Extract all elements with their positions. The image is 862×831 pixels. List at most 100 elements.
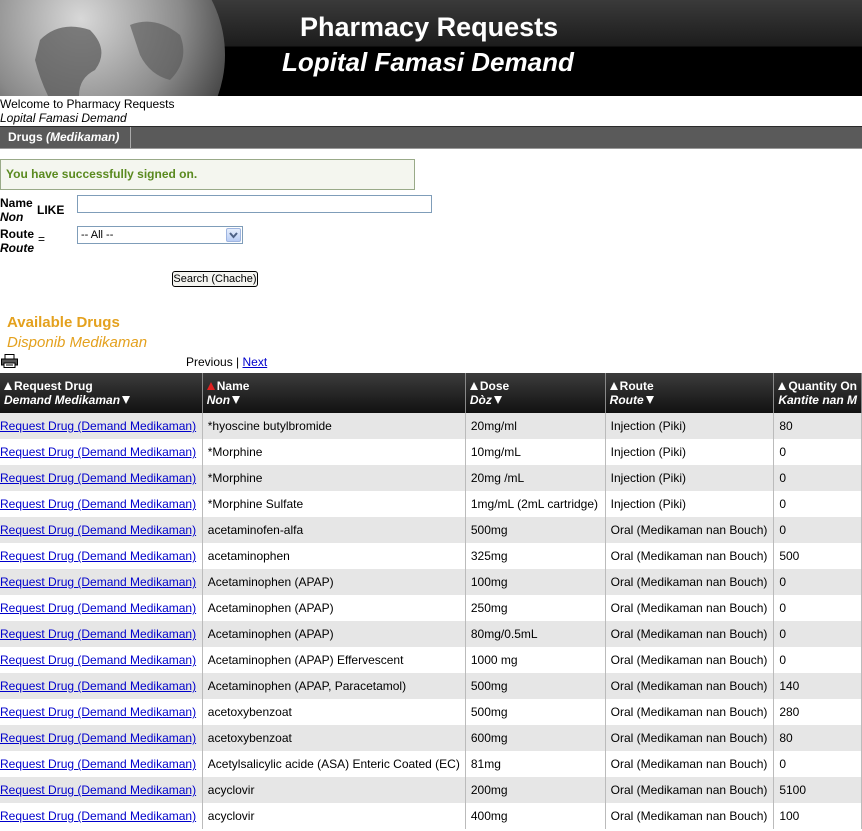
welcome-line-alt: Lopital Famasi Demand <box>0 111 127 125</box>
table-row: Request Drug (Demand Medikaman) acetamino… <box>0 543 862 569</box>
drug-name-cell: Acetylsalicylic acide (ASA) Enteric Coat… <box>202 751 466 777</box>
request-drug-link[interactable]: Request Drug (Demand Medikaman) <box>0 705 196 719</box>
table-row: Request Drug (Demand Medikaman) Acetylsal… <box>0 751 862 777</box>
sort-descending-icon[interactable] <box>493 396 502 404</box>
request-cell: Request Drug (Demand Medikaman) <box>0 777 203 803</box>
table-row: Request Drug (Demand Medikaman) acetoxybe… <box>0 699 862 725</box>
col-header-dose[interactable]: Dose Dòz <box>465 373 606 413</box>
drug-dose-cell: 400mg <box>465 803 606 829</box>
request-drug-link[interactable]: Request Drug (Demand Medikaman) <box>0 549 196 563</box>
sort-ascending-icon[interactable] <box>469 382 478 390</box>
drug-name-cell: acetaminophen <box>202 543 466 569</box>
request-drug-link[interactable]: Request Drug (Demand Medikaman) <box>0 627 196 641</box>
drug-quantity-cell: 500 <box>773 543 862 569</box>
drug-route-cell: Oral (Medikaman nan Bouch) <box>605 699 775 725</box>
request-drug-link[interactable]: Request Drug (Demand Medikaman) <box>0 497 196 511</box>
request-cell: Request Drug (Demand Medikaman) <box>0 673 203 699</box>
drug-dose-cell: 80mg/0.5mL <box>465 621 606 647</box>
welcome-text: Welcome to Pharmacy Requests Lopital Fam… <box>0 97 175 125</box>
request-cell: Request Drug (Demand Medikaman) <box>0 803 203 829</box>
chevron-down-icon[interactable] <box>226 228 241 242</box>
col-header-name[interactable]: Name Non <box>202 373 466 413</box>
drug-quantity-cell: 0 <box>773 647 862 673</box>
drug-name-cell: *Morphine <box>202 439 466 465</box>
drug-route-cell: Injection (Piki) <box>605 465 775 491</box>
nav-tabbar: Drugs (Medikaman) <box>0 126 862 149</box>
request-drug-link[interactable]: Request Drug (Demand Medikaman) <box>0 757 196 771</box>
table-body: Request Drug (Demand Medikaman) *hyoscine… <box>0 413 862 829</box>
request-drug-link[interactable]: Request Drug (Demand Medikaman) <box>0 809 196 823</box>
col-label-alt: Kantite nan M <box>778 393 857 407</box>
request-drug-link[interactable]: Request Drug (Demand Medikaman) <box>0 471 196 485</box>
table-row: Request Drug (Demand Medikaman) acyclovir… <box>0 777 862 803</box>
pagination: Previous | Next <box>186 355 267 369</box>
request-cell: Request Drug (Demand Medikaman) <box>0 621 203 647</box>
name-label-alt: Non <box>0 210 24 224</box>
request-drug-link[interactable]: Request Drug (Demand Medikaman) <box>0 731 196 745</box>
request-cell: Request Drug (Demand Medikaman) <box>0 543 203 569</box>
drug-route-cell: Oral (Medikaman nan Bouch) <box>605 803 775 829</box>
drug-name-cell: Acetaminophen (APAP) <box>202 569 466 595</box>
col-label: Request Drug <box>14 379 93 393</box>
route-select[interactable]: -- All -- <box>77 226 243 244</box>
col-label: Name <box>216 379 250 393</box>
welcome-line: Welcome to Pharmacy Requests <box>0 97 175 111</box>
drug-dose-cell: 250mg <box>465 595 606 621</box>
drug-route-cell: Injection (Piki) <box>605 413 775 439</box>
table-row: Request Drug (Demand Medikaman) *hyoscine… <box>0 413 862 439</box>
sort-descending-icon[interactable] <box>122 396 131 404</box>
tab-drugs-label-alt: (Medikaman) <box>46 130 120 144</box>
col-label-alt: Non <box>206 393 231 407</box>
tab-drugs[interactable]: Drugs (Medikaman) <box>0 127 131 148</box>
drug-dose-cell: 10mg/mL <box>465 439 606 465</box>
drug-name-cell: Acetaminophen (APAP) Effervescent <box>202 647 466 673</box>
next-link[interactable]: Next <box>243 355 268 369</box>
table-row: Request Drug (Demand Medikaman) acetamino… <box>0 517 862 543</box>
request-drug-link[interactable]: Request Drug (Demand Medikaman) <box>0 653 196 667</box>
search-button[interactable]: Search (Chache) <box>172 271 258 287</box>
sort-ascending-icon[interactable] <box>4 382 12 390</box>
drug-quantity-cell: 80 <box>773 725 862 751</box>
col-header-request[interactable]: Request Drug Demand Medikaman <box>0 373 203 413</box>
sort-ascending-icon[interactable] <box>609 382 618 390</box>
request-drug-link[interactable]: Request Drug (Demand Medikaman) <box>0 575 196 589</box>
request-drug-link[interactable]: Request Drug (Demand Medikaman) <box>0 419 196 433</box>
col-header-quantity[interactable]: Quantity On Kantite nan M <box>773 373 862 413</box>
drug-name-cell: Acetaminophen (APAP) <box>202 621 466 647</box>
request-drug-link[interactable]: Request Drug (Demand Medikaman) <box>0 445 196 459</box>
drug-dose-cell: 1000 mg <box>465 647 606 673</box>
drug-name-cell: *Morphine <box>202 465 466 491</box>
name-search-input[interactable] <box>77 195 432 213</box>
tab-drugs-label: Drugs <box>8 130 43 144</box>
request-drug-link[interactable]: Request Drug (Demand Medikaman) <box>0 679 196 693</box>
printer-icon[interactable] <box>1 354 18 371</box>
drug-quantity-cell: 5100 <box>773 777 862 803</box>
table-row: Request Drug (Demand Medikaman) acetoxybe… <box>0 725 862 751</box>
request-drug-link[interactable]: Request Drug (Demand Medikaman) <box>0 523 196 537</box>
pager-separator: | <box>236 355 240 369</box>
drug-quantity-cell: 140 <box>773 673 862 699</box>
drug-name-cell: *Morphine Sulfate <box>202 491 466 517</box>
table-row: Request Drug (Demand Medikaman) acyclovir… <box>0 803 862 829</box>
table-row: Request Drug (Demand Medikaman) *Morphine… <box>0 491 862 517</box>
drug-name-cell: Acetaminophen (APAP) <box>202 595 466 621</box>
drug-dose-cell: 600mg <box>465 725 606 751</box>
drugs-table: Request Drug Demand Medikaman Name Non D… <box>0 373 862 829</box>
name-label: Name <box>0 196 33 210</box>
drug-route-cell: Oral (Medikaman nan Bouch) <box>605 751 775 777</box>
results-title: Available Drugs Disponib Medikaman <box>7 313 147 353</box>
sort-descending-icon[interactable] <box>232 396 241 404</box>
drug-route-cell: Oral (Medikaman nan Bouch) <box>605 725 775 751</box>
sort-descending-icon[interactable] <box>645 396 654 404</box>
results-title-main: Available Drugs <box>7 314 120 331</box>
request-drug-link[interactable]: Request Drug (Demand Medikaman) <box>0 601 196 615</box>
request-cell: Request Drug (Demand Medikaman) <box>0 725 203 751</box>
drug-dose-cell: 100mg <box>465 569 606 595</box>
sort-ascending-icon[interactable] <box>778 382 787 390</box>
col-label: Route <box>619 379 654 393</box>
sort-ascending-icon[interactable] <box>206 382 215 390</box>
drug-route-cell: Oral (Medikaman nan Bouch) <box>605 621 775 647</box>
col-header-route[interactable]: Route Route <box>605 373 775 413</box>
request-drug-link[interactable]: Request Drug (Demand Medikaman) <box>0 783 196 797</box>
drug-route-cell: Injection (Piki) <box>605 491 775 517</box>
